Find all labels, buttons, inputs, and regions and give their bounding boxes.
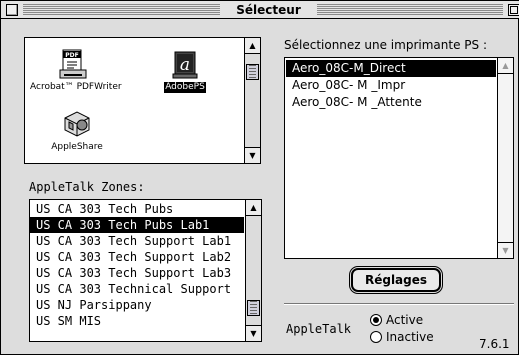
zone-item[interactable]: US CA 303 Tech Support Lab1 [30, 233, 244, 249]
driver-label: AppleShare [51, 142, 103, 152]
printer-item[interactable]: Aero_08C- M _Impr [286, 77, 496, 94]
title-bar[interactable]: Sélecteur [1, 1, 519, 19]
scroll-thumb[interactable] [247, 300, 260, 316]
scroll-up-arrow[interactable]: ▲ [498, 58, 513, 74]
zone-item[interactable]: US CA 303 Technical Support [30, 281, 244, 297]
scroll-up-arrow[interactable]: ▲ [245, 38, 260, 54]
zone-item[interactable]: US SM MIS [30, 313, 244, 329]
radio-selected-indicator[interactable] [370, 314, 382, 326]
zones-label: AppleTalk Zones: [29, 180, 145, 194]
radio-label: Inactive [386, 330, 434, 344]
title-stripes-left [23, 4, 220, 15]
driver-appleshare[interactable]: AppleShare [49, 108, 105, 153]
scroll-down-arrow[interactable]: ▼ [245, 147, 260, 163]
driver-list-scrollbar[interactable]: ▲ ▼ [244, 38, 260, 163]
svg-text:PDF: PDF [65, 52, 78, 59]
radio-label: Active [386, 313, 424, 327]
radio-indicator[interactable] [370, 331, 382, 343]
driver-list[interactable]: PDF Acrobat™ PDFWriter a AdobePS AppleSh… [24, 37, 261, 164]
zones-list[interactable]: US CA 303 Tech Pubs US CA 303 Tech Pubs … [29, 199, 262, 342]
appleshare-network-icon [61, 108, 93, 140]
zone-item[interactable]: US CA 303 Tech Pubs [30, 201, 244, 217]
title-stripes-right [317, 4, 503, 15]
zone-item-selected[interactable]: US CA 303 Tech Pubs Lab1 [30, 217, 244, 233]
scroll-down-arrow[interactable]: ▼ [246, 325, 261, 341]
printer-item-selected[interactable]: Aero_08C-M_Direct [286, 60, 496, 77]
close-box[interactable] [6, 4, 18, 16]
driver-acrobat-pdfwriter[interactable]: PDF Acrobat™ PDFWriter [29, 48, 122, 93]
printers-scrollbar[interactable]: ▲ ▼ [497, 58, 513, 258]
zones-scrollbar[interactable]: ▲ ▼ [245, 200, 261, 341]
scroll-thumb[interactable] [246, 64, 259, 80]
setup-button[interactable]: Réglages [351, 268, 441, 292]
printers-list[interactable]: Aero_08C-M_Direct Aero_08C- M _Impr Aero… [284, 57, 514, 259]
scroll-down-arrow[interactable]: ▼ [498, 242, 513, 258]
chooser-window: Sélecteur PDF Acrobat™ PDFWriter a Adobe… [0, 0, 519, 355]
window-title: Sélecteur [220, 2, 317, 18]
driver-adobeps[interactable]: a AdobePS [150, 48, 220, 93]
zone-item[interactable]: US CA 303 Tech Support Lab2 [30, 249, 244, 265]
driver-label: Acrobat™ PDFWriter [30, 82, 122, 92]
appletalk-inactive-radio[interactable]: Inactive [370, 330, 434, 344]
appletalk-active-radio[interactable]: Active [370, 313, 423, 327]
appletalk-label: AppleTalk [286, 322, 352, 336]
zone-item[interactable]: US CA 303 Tech Support Lab3 [30, 265, 244, 281]
divider [284, 303, 514, 305]
driver-label: AdobePS [164, 82, 206, 93]
pdf-document-icon: PDF [57, 48, 89, 80]
scroll-up-arrow[interactable]: ▲ [246, 200, 261, 216]
svg-text:a: a [180, 55, 190, 75]
zone-item[interactable]: US NJ Parsippany [30, 297, 244, 313]
adobe-ps-printer-icon: a [169, 48, 201, 80]
zoom-box[interactable] [508, 4, 519, 16]
printers-label: Sélectionnez une imprimante PS : [284, 38, 487, 52]
version-label: 7.6.1 [479, 337, 510, 351]
printer-item[interactable]: Aero_08C- M _Attente [286, 94, 496, 111]
